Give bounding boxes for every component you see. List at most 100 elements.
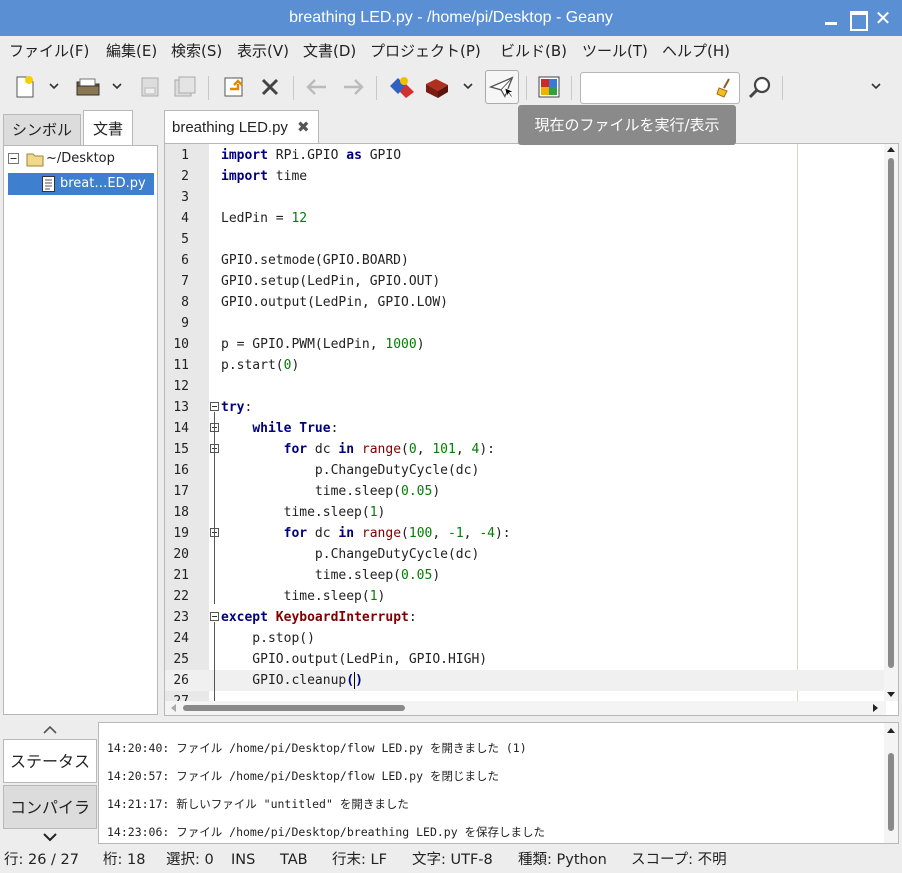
- code-line[interactable]: 19 for dc in range(100, -1, -4):: [165, 523, 885, 544]
- chevron-down-icon[interactable]: [462, 81, 474, 91]
- horizontal-scroll-thumb[interactable]: [183, 705, 405, 711]
- toolbar-separator: [376, 76, 377, 100]
- code-line[interactable]: 16 p.ChangeDutyCycle(dc): [165, 460, 885, 481]
- chevron-down-icon[interactable]: [48, 81, 60, 91]
- code-line[interactable]: 25 GPIO.output(LedPin, GPIO.HIGH): [165, 649, 885, 670]
- code-line[interactable]: 26 GPIO.cleanup(): [165, 670, 885, 691]
- line-number: 22: [173, 589, 189, 604]
- code-text: time.sleep(0.05): [221, 568, 441, 583]
- code-line[interactable]: 8 GPIO.output(LedPin, GPIO.LOW): [165, 292, 885, 313]
- scroll-down-icon[interactable]: [886, 689, 896, 699]
- close-file-icon[interactable]: [257, 74, 283, 100]
- compile-icon[interactable]: [389, 74, 415, 100]
- chevron-down-icon[interactable]: [42, 831, 58, 843]
- code-line[interactable]: 9: [165, 313, 885, 334]
- code-line[interactable]: 12: [165, 376, 885, 397]
- tab-compiler[interactable]: コンパイラ: [3, 785, 97, 829]
- line-number: 14: [173, 421, 189, 436]
- color-chooser-icon[interactable]: [536, 74, 562, 100]
- toolbar-separator: [782, 76, 783, 100]
- collapse-icon[interactable]: [8, 153, 19, 164]
- doc-tab-label: breathing LED.py: [172, 119, 288, 136]
- tree-file-item[interactable]: breat…ED.py: [8, 173, 154, 195]
- minimize-button[interactable]: [822, 9, 840, 27]
- menu-bar: ファイル(F) 編集(E) 検索(S) 表示(V) 文書(D) プロジェクト(P…: [0, 36, 902, 64]
- open-file-icon[interactable]: [75, 74, 101, 100]
- scroll-right-icon[interactable]: [870, 703, 880, 713]
- code-line[interactable]: 4 LedPin = 12: [165, 208, 885, 229]
- fold-toggle-icon[interactable]: [210, 612, 219, 621]
- code-line[interactable]: 14 while True:: [165, 418, 885, 439]
- new-file-icon[interactable]: [12, 74, 38, 100]
- tab-documents[interactable]: 文書: [83, 110, 133, 146]
- horizontal-scrollbar[interactable]: [165, 701, 886, 715]
- scroll-up-icon[interactable]: [886, 726, 896, 736]
- code-text: p.ChangeDutyCycle(dc): [221, 547, 480, 562]
- line-number: 5: [181, 232, 189, 247]
- code-line[interactable]: 17 time.sleep(0.05): [165, 481, 885, 502]
- status-line: 行: 26 / 27: [4, 852, 79, 868]
- menu-tools[interactable]: ツール(T): [582, 40, 648, 61]
- menu-help[interactable]: ヘルプ(H): [662, 40, 730, 61]
- scroll-up-icon[interactable]: [886, 145, 896, 155]
- execute-icon[interactable]: [485, 70, 519, 104]
- code-editor[interactable]: 1 import RPi.GPIO as GPIO 2 import time 3 4 Le…: [164, 143, 899, 716]
- code-text: p.stop(): [221, 631, 315, 646]
- tab-symbols[interactable]: シンボル: [3, 114, 81, 146]
- chevron-down-icon[interactable]: [870, 81, 882, 91]
- code-line[interactable]: 7 GPIO.setup(LedPin, GPIO.OUT): [165, 271, 885, 292]
- log-scrollbar[interactable]: [884, 723, 898, 843]
- code-line[interactable]: 13 try:: [165, 397, 885, 418]
- find-icon[interactable]: [747, 74, 773, 100]
- code-line[interactable]: 20 p.ChangeDutyCycle(dc): [165, 544, 885, 565]
- code-line[interactable]: 10 p = GPIO.PWM(LedPin, 1000): [165, 334, 885, 355]
- menu-search[interactable]: 検索(S): [171, 40, 222, 61]
- line-number: 7: [181, 274, 189, 289]
- close-window-button[interactable]: ✕: [874, 8, 892, 28]
- close-tab-icon[interactable]: ✖: [297, 111, 310, 145]
- code-line[interactable]: 6 GPIO.setmode(GPIO.BOARD): [165, 250, 885, 271]
- code-line[interactable]: 15 for dc in range(0, 101, 4):: [165, 439, 885, 460]
- build-icon[interactable]: [424, 74, 450, 100]
- toolbar-separator: [526, 76, 527, 100]
- code-line[interactable]: 24 p.stop(): [165, 628, 885, 649]
- revert-icon[interactable]: [221, 74, 247, 100]
- log-scroll-thumb[interactable]: [888, 753, 894, 831]
- tab-breathing-led[interactable]: breathing LED.py ✖: [164, 110, 319, 144]
- status-scope: スコープ: 不明: [631, 852, 727, 868]
- save-icon[interactable]: [137, 74, 163, 100]
- chevron-up-icon[interactable]: [42, 724, 58, 736]
- code-line[interactable]: 2 import time: [165, 166, 885, 187]
- status-encoding: 文字: UTF-8: [412, 852, 493, 868]
- code-text: try:: [221, 400, 253, 415]
- code-line[interactable]: 5: [165, 229, 885, 250]
- scroll-left-icon[interactable]: [169, 703, 179, 713]
- line-number: 19: [173, 526, 189, 541]
- back-icon[interactable]: [304, 74, 330, 100]
- code-line[interactable]: 21 time.sleep(0.05): [165, 565, 885, 586]
- code-line[interactable]: 18 time.sleep(1): [165, 502, 885, 523]
- menu-project[interactable]: プロジェクト(P): [370, 40, 481, 61]
- menu-file[interactable]: ファイル(F): [9, 40, 89, 61]
- vertical-scrollbar[interactable]: [884, 144, 898, 701]
- code-line[interactable]: 23 except KeyboardInterrupt:: [165, 607, 885, 628]
- code-line[interactable]: 1 import RPi.GPIO as GPIO: [165, 145, 885, 166]
- maximize-button[interactable]: [848, 9, 868, 31]
- status-eol: 行末: LF: [332, 852, 387, 868]
- code-text: GPIO.setmode(GPIO.BOARD): [221, 253, 409, 268]
- document-tree: ~/Desktop breat…ED.py: [3, 145, 158, 715]
- clear-icon[interactable]: [714, 76, 736, 98]
- menu-edit[interactable]: 編集(E): [106, 40, 157, 61]
- fold-toggle-icon[interactable]: [210, 402, 219, 411]
- menu-document[interactable]: 文書(D): [303, 40, 356, 61]
- tab-status[interactable]: ステータス: [3, 739, 97, 783]
- menu-view[interactable]: 表示(V): [237, 40, 289, 61]
- vertical-scroll-thumb[interactable]: [888, 158, 894, 668]
- chevron-down-icon[interactable]: [111, 81, 123, 91]
- save-all-icon[interactable]: [172, 74, 198, 100]
- code-line[interactable]: 11 p.start(0): [165, 355, 885, 376]
- code-line[interactable]: 3: [165, 187, 885, 208]
- forward-icon[interactable]: [340, 74, 366, 100]
- menu-build[interactable]: ビルド(B): [500, 40, 567, 61]
- code-line[interactable]: 22 time.sleep(1): [165, 586, 885, 607]
